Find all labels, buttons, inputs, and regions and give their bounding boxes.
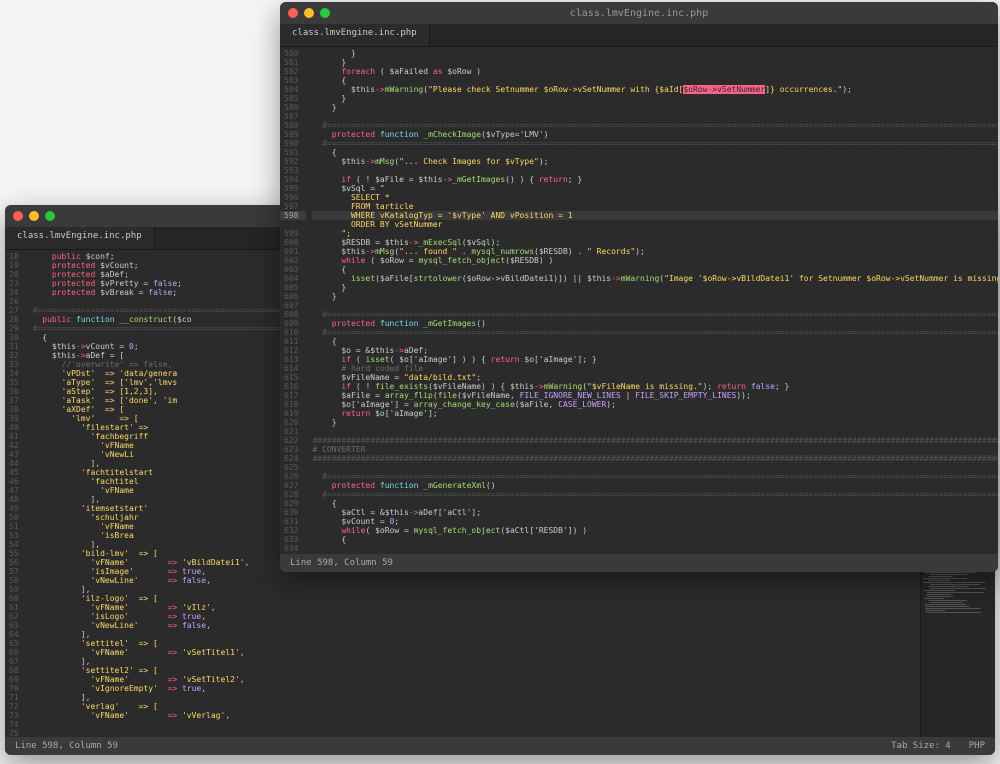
back-statusbar: Line 598, Column 59 Tab Size: 4 PHP [5, 737, 995, 755]
back-status-position: Line 598, Column 59 [15, 741, 118, 751]
back-tabsize[interactable]: Tab Size: 4 [891, 741, 951, 751]
back-gutter: 18 19 20 23 24 26 27 28 29 30 31 32 33 3… [5, 250, 27, 738]
close-icon[interactable] [13, 211, 23, 221]
front-statusbar: Line 598, Column 59 [280, 554, 998, 572]
front-gutter: 580 581 582 583 584 585 586 587 588 589 … [280, 47, 306, 555]
minimize-icon[interactable] [29, 211, 39, 221]
front-editor-window: class.lmvEngine.inc.php class.lmvEngine.… [280, 2, 998, 572]
zoom-icon[interactable] [45, 211, 55, 221]
front-tabbar: class.lmvEngine.inc.php [280, 24, 998, 47]
front-editor[interactable]: 580 581 582 583 584 585 586 587 588 589 … [280, 47, 998, 555]
front-tab[interactable]: class.lmvEngine.inc.php [280, 24, 430, 46]
back-traffic-lights [13, 211, 55, 221]
front-code[interactable]: } } foreach ( $aFailed as $oRow ) { $thi… [306, 47, 998, 555]
front-titlebar[interactable]: class.lmvEngine.inc.php [280, 2, 998, 24]
back-language[interactable]: PHP [969, 741, 985, 751]
front-status-position: Line 598, Column 59 [290, 558, 393, 568]
back-tab[interactable]: class.lmvEngine.inc.php [5, 227, 155, 249]
front-window-title: class.lmvEngine.inc.php [280, 8, 998, 19]
